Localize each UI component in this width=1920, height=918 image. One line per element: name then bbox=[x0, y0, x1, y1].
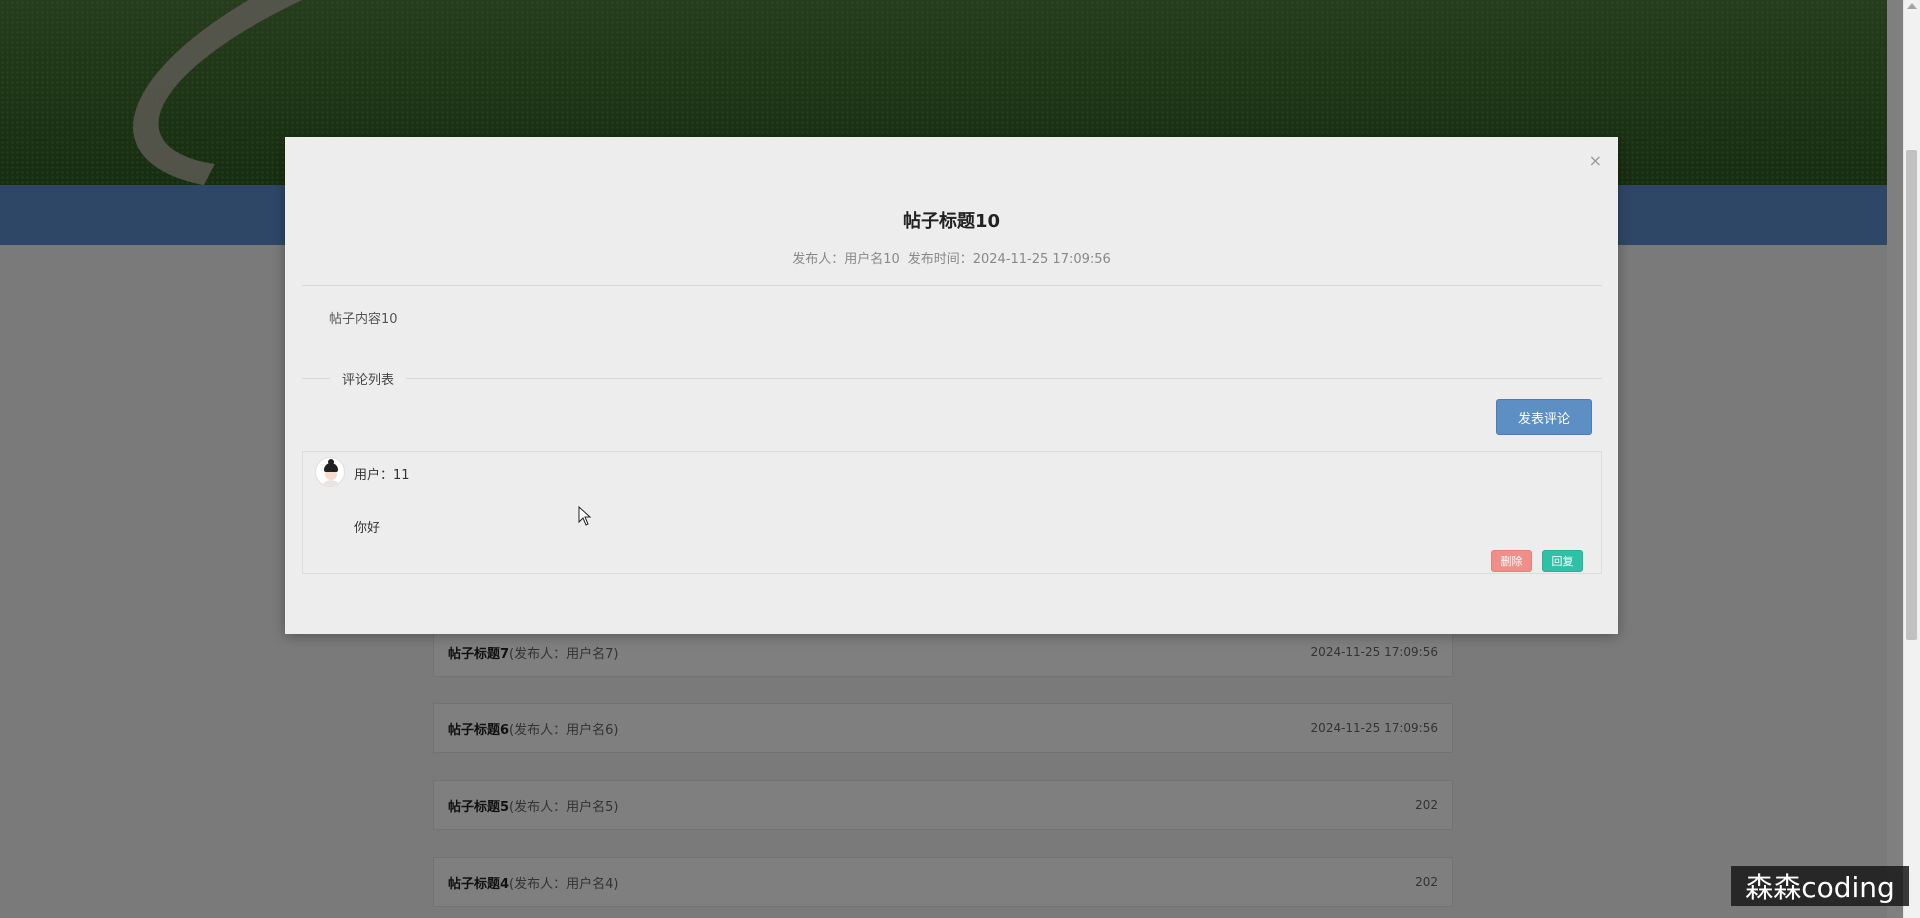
post-publish-time: 发布时间：2024-11-25 17:09:56 bbox=[907, 252, 1111, 267]
post-content: 帖子内容10 bbox=[329, 312, 398, 327]
scroll-up-icon[interactable] bbox=[1907, 3, 1917, 9]
post-publisher: 发布人：用户名10 bbox=[792, 252, 900, 267]
publish-comment-button[interactable]: 发表评论 bbox=[1496, 399, 1592, 435]
comment-item: 用户：11 你好 删除 回复 bbox=[302, 451, 1602, 574]
comment-text: 你好 bbox=[354, 521, 381, 536]
comment-user: 用户：11 bbox=[354, 468, 410, 483]
close-icon[interactable]: × bbox=[1589, 151, 1602, 170]
comment-section-label: 评论列表 bbox=[330, 369, 407, 388]
divider bbox=[302, 285, 1602, 286]
comment-section-divider bbox=[302, 378, 1602, 379]
watermark: 森森coding bbox=[1731, 866, 1909, 906]
post-meta: 发布人：用户名10 发布时间：2024-11-25 17:09:56 bbox=[285, 248, 1618, 267]
scrollbar-thumb[interactable] bbox=[1906, 150, 1917, 640]
mouse-cursor-icon bbox=[578, 506, 592, 526]
post-detail-modal: × 帖子标题10 发布人：用户名10 发布时间：2024-11-25 17:09:… bbox=[285, 137, 1618, 634]
post-title: 帖子标题10 bbox=[902, 211, 1001, 232]
user-avatar bbox=[315, 457, 345, 487]
reply-comment-button[interactable]: 回复 bbox=[1542, 550, 1583, 572]
delete-comment-button[interactable]: 删除 bbox=[1491, 550, 1532, 572]
